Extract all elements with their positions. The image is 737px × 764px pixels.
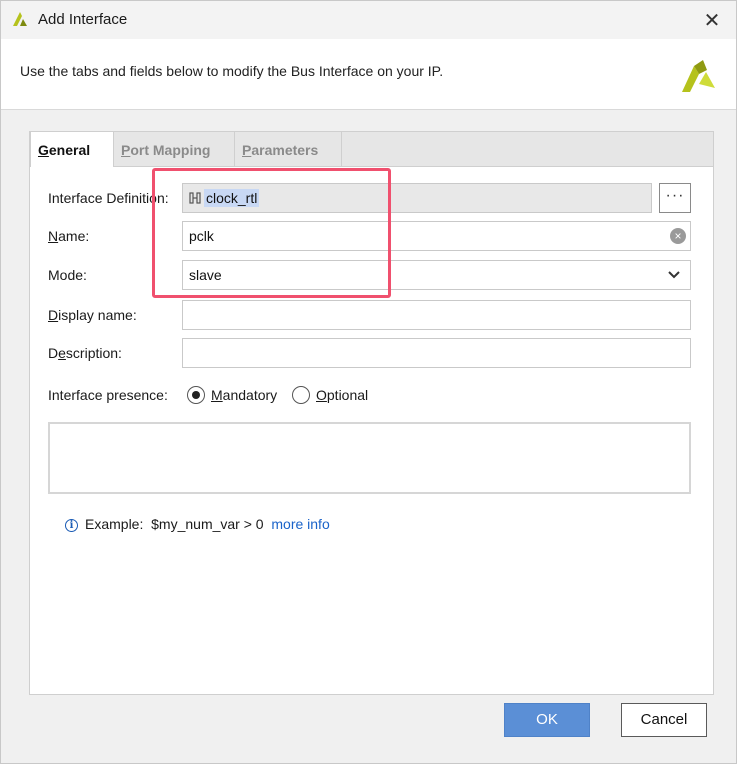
mandatory-mnemonic: M <box>211 387 223 403</box>
info-icon: i <box>65 519 78 532</box>
name-label-mnemonic: N <box>48 228 59 244</box>
tab-port-mapping[interactable]: Port Mapping <box>114 132 235 166</box>
interface-definition-value: clock_rtl <box>204 189 260 207</box>
description-input[interactable] <box>182 338 691 368</box>
header-banner: Use the tabs and fields below to modify … <box>1 39 736 110</box>
cancel-button[interactable]: Cancel <box>621 703 707 737</box>
interface-definition-field[interactable]: clock_rtl <box>182 183 652 213</box>
mode-value: slave <box>189 267 222 283</box>
tab-parameters[interactable]: Parameters <box>235 132 342 166</box>
optional-radio[interactable] <box>292 386 310 404</box>
mandatory-label-text: andatory <box>222 387 278 403</box>
description-label-text: scription: <box>65 345 122 361</box>
tab-parameters-mnemonic: P <box>242 142 252 158</box>
name-input[interactable]: pclk × <box>182 221 691 251</box>
interface-definition-label: Interface Definition: <box>48 190 169 206</box>
optional-mnemonic: O <box>316 387 327 403</box>
tab-port-mapping-label: ort Mapping <box>130 142 211 158</box>
title-bar: Add Interface ✕ <box>1 1 736 39</box>
description-label: Description: <box>48 345 122 361</box>
tab-panel: General Port Mapping Parameters Interfac… <box>29 131 714 695</box>
mandatory-radio[interactable] <box>187 386 205 404</box>
tab-general[interactable]: General <box>30 132 114 167</box>
optional-label-text: ptional <box>326 387 369 403</box>
tab-port-mapping-mnemonic: P <box>121 142 131 158</box>
description-label-pre: D <box>48 345 59 361</box>
expression-text-area[interactable] <box>48 422 691 494</box>
window-title: Add Interface <box>38 11 128 28</box>
example-prefix: Example: <box>85 516 144 532</box>
tab-general-label: eneral <box>48 142 91 158</box>
ok-button[interactable]: OK <box>504 703 590 737</box>
tab-parameters-label: arameters <box>251 142 319 158</box>
clear-icon[interactable]: × <box>670 228 686 244</box>
vivado-banner-logo-icon <box>682 60 715 92</box>
mode-select[interactable]: slave <box>182 260 691 290</box>
close-button[interactable]: ✕ <box>698 7 726 33</box>
name-value: pclk <box>189 228 214 244</box>
tab-bar: General Port Mapping Parameters <box>30 132 713 167</box>
interface-presence-label: Interface presence: <box>48 387 168 403</box>
optional-label[interactable]: Optional <box>316 387 368 403</box>
vivado-logo-icon <box>13 12 27 26</box>
description-mnemonic: e <box>58 345 66 361</box>
mandatory-label[interactable]: Mandatory <box>211 387 277 403</box>
banner-text: Use the tabs and fields below to modify … <box>20 63 444 79</box>
more-info-link[interactable]: more info <box>271 516 329 532</box>
display-name-mnemonic: D <box>48 307 59 323</box>
bus-interface-icon <box>189 192 201 204</box>
display-name-label: Display name: <box>48 307 137 323</box>
chevron-down-icon <box>668 271 680 279</box>
example-hint: Example: $my_num_var > 0 more info <box>85 516 330 532</box>
close-icon: ✕ <box>703 9 721 32</box>
example-expression: $my_num_var > 0 <box>151 516 264 532</box>
add-interface-dialog: Add Interface ✕ Use the tabs and fields … <box>0 0 737 764</box>
tab-general-mnemonic: G <box>38 142 49 158</box>
browse-interface-button[interactable]: ··· <box>659 183 691 213</box>
name-label: Name: <box>48 228 89 244</box>
display-name-label-text: isplay name: <box>58 307 137 323</box>
display-name-input[interactable] <box>182 300 691 330</box>
mode-label: Mode: <box>48 267 87 283</box>
name-label-text: ame: <box>58 228 90 244</box>
